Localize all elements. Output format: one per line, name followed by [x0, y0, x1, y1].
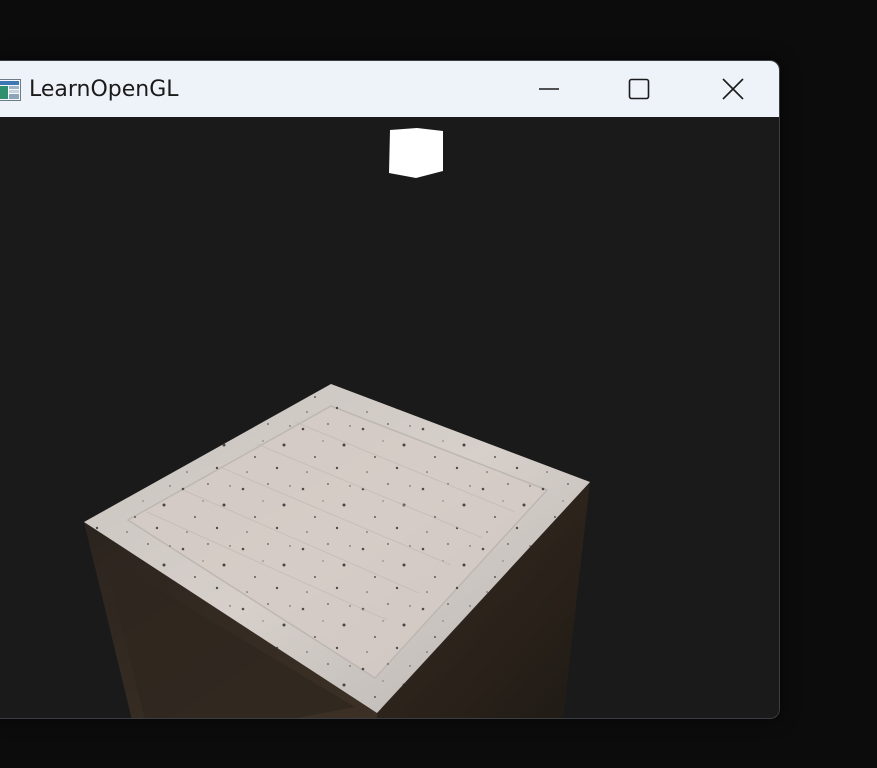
window-title: LearnOpenGL: [29, 77, 179, 102]
close-icon: [722, 78, 744, 100]
scene-canvas: [84, 128, 590, 718]
title-bar[interactable]: LearnOpenGL: [0, 61, 779, 117]
light-cube: [389, 128, 443, 178]
close-button[interactable]: [687, 61, 779, 117]
maximize-button[interactable]: [593, 61, 685, 117]
app-window: LearnOpenGL: [0, 60, 780, 719]
maximize-icon: [628, 78, 650, 100]
opengl-app-icon: [0, 79, 21, 101]
minimize-button[interactable]: [503, 61, 595, 117]
minimize-icon: [539, 79, 559, 99]
opengl-viewport[interactable]: [0, 117, 779, 718]
